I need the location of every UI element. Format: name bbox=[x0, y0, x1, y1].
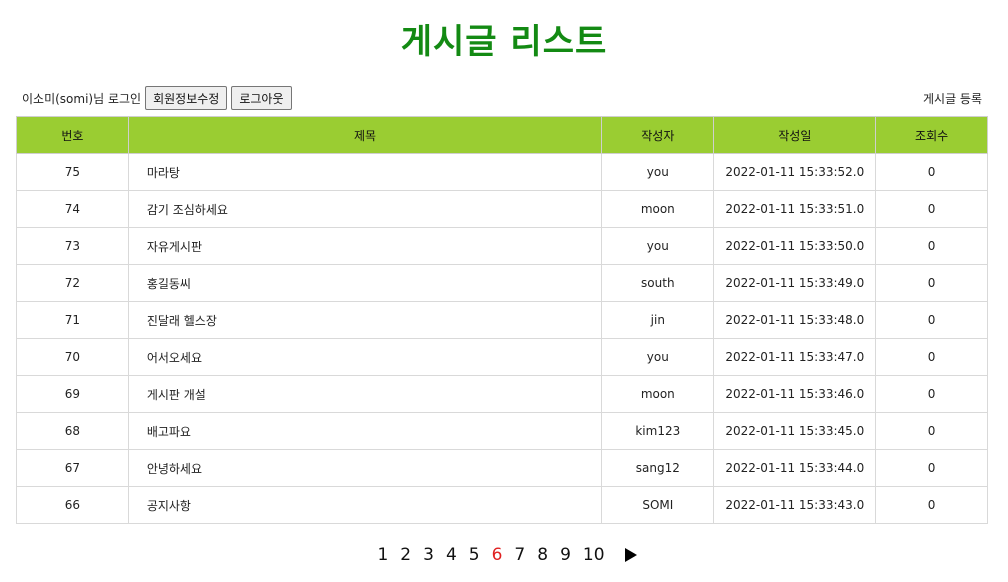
write-post-link[interactable]: 게시글 등록 bbox=[923, 90, 982, 107]
cell-title[interactable]: 자유게시판 bbox=[127, 227, 603, 265]
cell-views: 0 bbox=[875, 412, 988, 450]
pagination: 1 2 3 4 5 6 7 8 9 10 bbox=[0, 545, 1008, 565]
table-row: 68 배고파요 kim123 2022-01-11 15:33:45.0 0 bbox=[16, 412, 988, 450]
cell-date: 2022-01-11 15:33:45.0 bbox=[713, 412, 877, 450]
cell-date: 2022-01-11 15:33:43.0 bbox=[713, 486, 877, 524]
cell-writer: you bbox=[601, 153, 715, 191]
cell-title[interactable]: 홍길동씨 bbox=[127, 264, 603, 302]
cell-views: 0 bbox=[875, 338, 988, 376]
cell-writer: you bbox=[601, 338, 715, 376]
cell-views: 0 bbox=[875, 190, 988, 228]
table-row: 72 홍길동씨 south 2022-01-11 15:33:49.0 0 bbox=[16, 264, 988, 302]
cell-date: 2022-01-11 15:33:49.0 bbox=[713, 264, 877, 302]
cell-no: 68 bbox=[16, 412, 129, 450]
cell-views: 0 bbox=[875, 227, 988, 265]
cell-date: 2022-01-11 15:33:50.0 bbox=[713, 227, 877, 265]
cell-no: 67 bbox=[16, 449, 129, 487]
page-link-1[interactable]: 1 bbox=[377, 545, 388, 565]
cell-views: 0 bbox=[875, 301, 988, 339]
cell-title[interactable]: 진달래 헬스장 bbox=[127, 301, 603, 339]
cell-writer: moon bbox=[601, 190, 715, 228]
cell-writer: south bbox=[601, 264, 715, 302]
cell-writer: kim123 bbox=[601, 412, 715, 450]
logout-button[interactable]: 로그아웃 bbox=[231, 86, 292, 110]
table-row: 75 마라탕 you 2022-01-11 15:33:52.0 0 bbox=[16, 153, 988, 191]
table-row: 67 안녕하세요 sang12 2022-01-11 15:33:44.0 0 bbox=[16, 449, 988, 487]
login-greeting: 이소미(somi)님 로그인 bbox=[22, 91, 142, 106]
cell-no: 73 bbox=[16, 227, 129, 265]
cell-writer: sang12 bbox=[601, 449, 715, 487]
next-page-icon[interactable] bbox=[624, 548, 637, 562]
cell-views: 0 bbox=[875, 153, 988, 191]
table-header-row: 번호 제목 작성자 작성일 조회수 bbox=[16, 116, 988, 154]
cell-date: 2022-01-11 15:33:44.0 bbox=[713, 449, 877, 487]
cell-title[interactable]: 게시판 개설 bbox=[127, 375, 603, 413]
header-date: 작성일 bbox=[713, 116, 877, 154]
cell-date: 2022-01-11 15:33:52.0 bbox=[713, 153, 877, 191]
page-title: 게시글 리스트 bbox=[400, 22, 608, 62]
cell-writer: moon bbox=[601, 375, 715, 413]
page-link-10[interactable]: 10 bbox=[583, 545, 605, 565]
table-row: 66 공지사항 SOMI 2022-01-11 15:33:43.0 0 bbox=[16, 486, 988, 524]
cell-date: 2022-01-11 15:33:46.0 bbox=[713, 375, 877, 413]
cell-no: 69 bbox=[16, 375, 129, 413]
table-row: 74 감기 조심하세요 moon 2022-01-11 15:33:51.0 0 bbox=[16, 190, 988, 228]
cell-no: 75 bbox=[16, 153, 129, 191]
cell-title[interactable]: 마라탕 bbox=[127, 153, 603, 191]
header-views: 조회수 bbox=[875, 116, 988, 154]
edit-profile-button[interactable]: 회원정보수정 bbox=[145, 86, 228, 110]
cell-views: 0 bbox=[875, 264, 988, 302]
page-link-3[interactable]: 3 bbox=[423, 545, 434, 565]
cell-title[interactable]: 어서오세요 bbox=[127, 338, 603, 376]
page-link-5[interactable]: 5 bbox=[469, 545, 480, 565]
cell-no: 66 bbox=[16, 486, 129, 524]
page-link-7[interactable]: 7 bbox=[514, 545, 525, 565]
post-table: 번호 제목 작성자 작성일 조회수 75 마라탕 you 2022-01-11 15:… bbox=[16, 116, 988, 524]
cell-date: 2022-01-11 15:33:51.0 bbox=[713, 190, 877, 228]
table-row: 71 진달래 헬스장 jin 2022-01-11 15:33:48.0 0 bbox=[16, 301, 988, 339]
cell-writer: you bbox=[601, 227, 715, 265]
page-link-2[interactable]: 2 bbox=[400, 545, 411, 565]
post-table-body: 75 마라탕 you 2022-01-11 15:33:52.0 0 74 감기 조심하세요… bbox=[16, 153, 988, 524]
cell-title[interactable]: 안녕하세요 bbox=[127, 449, 603, 487]
cell-title[interactable]: 감기 조심하세요 bbox=[127, 190, 603, 228]
cell-no: 71 bbox=[16, 301, 129, 339]
page-link-4[interactable]: 4 bbox=[446, 545, 457, 565]
page-link-8[interactable]: 8 bbox=[537, 545, 548, 565]
table-row: 69 게시판 개설 moon 2022-01-11 15:33:46.0 0 bbox=[16, 375, 988, 413]
cell-no: 70 bbox=[16, 338, 129, 376]
header-no: 번호 bbox=[16, 116, 129, 154]
cell-title[interactable]: 공지사항 bbox=[127, 486, 603, 524]
cell-views: 0 bbox=[875, 375, 988, 413]
header-writer: 작성자 bbox=[601, 116, 715, 154]
board-list-page: 게시글 리스트 이소미(somi)님 로그인 회원정보수정 로그아웃 게시글 등… bbox=[0, 0, 1008, 582]
table-row: 73 자유게시판 you 2022-01-11 15:33:50.0 0 bbox=[16, 227, 988, 265]
cell-writer: jin bbox=[601, 301, 715, 339]
cell-date: 2022-01-11 15:33:47.0 bbox=[713, 338, 877, 376]
page-link-6[interactable]: 6 bbox=[492, 545, 503, 565]
cell-title[interactable]: 배고파요 bbox=[127, 412, 603, 450]
table-row: 70 어서오세요 you 2022-01-11 15:33:47.0 0 bbox=[16, 338, 988, 376]
cell-views: 0 bbox=[875, 449, 988, 487]
page-link-9[interactable]: 9 bbox=[560, 545, 571, 565]
cell-views: 0 bbox=[875, 486, 988, 524]
header-title: 제목 bbox=[127, 116, 603, 154]
cell-no: 72 bbox=[16, 264, 129, 302]
user-bar: 이소미(somi)님 로그인 회원정보수정 로그아웃 bbox=[22, 86, 296, 110]
cell-writer: SOMI bbox=[601, 486, 715, 524]
cell-no: 74 bbox=[16, 190, 129, 228]
cell-date: 2022-01-11 15:33:48.0 bbox=[713, 301, 877, 339]
